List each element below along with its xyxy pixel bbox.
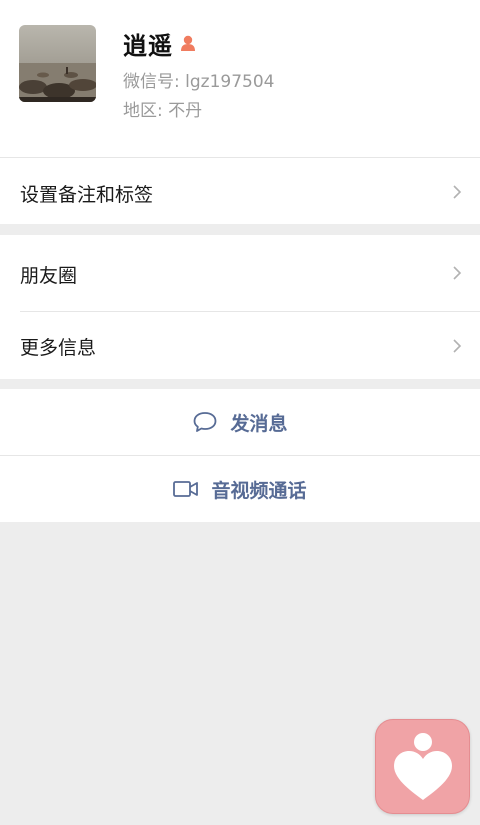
wechat-id: 微信号: lgz197504 — [123, 72, 275, 92]
more-info-cell[interactable]: 更多信息 — [0, 312, 480, 379]
chevron-right-icon — [453, 339, 462, 353]
name-row: 逍遥 — [123, 26, 197, 60]
avatar[interactable] — [19, 25, 96, 102]
region: 地区: 不丹 — [123, 101, 203, 121]
set-remark-and-tags-cell[interactable]: 设置备注和标签 — [0, 157, 480, 224]
video-call-label: 音视频通话 — [211, 479, 307, 502]
more-info-label: 更多信息 — [20, 337, 97, 359]
moments-label: 朋友圈 — [20, 265, 78, 287]
chat-bubble-icon — [192, 410, 218, 434]
chevron-right-icon — [453, 185, 462, 199]
set-remark-label: 设置备注和标签 — [20, 184, 154, 206]
chevron-right-icon — [453, 266, 462, 280]
moments-cell[interactable]: 朋友圈 — [0, 235, 480, 312]
profile-header: 逍遥 微信号: lgz197504 地区: 不丹 — [0, 0, 480, 157]
send-message-button[interactable]: 发消息 — [0, 389, 480, 455]
video-call-button[interactable]: 音视频通话 — [0, 456, 480, 522]
send-message-label: 发消息 — [230, 412, 288, 435]
contact-name: 逍遥 — [123, 31, 173, 60]
contact-profile-screen: 逍遥 微信号: lgz197504 地区: 不丹 设置备注和标签 朋友圈 更多信… — [0, 0, 480, 825]
heart-person-icon — [394, 733, 452, 800]
gender-female-icon — [179, 34, 197, 52]
video-camera-icon — [173, 480, 199, 498]
floating-heart-button[interactable] — [375, 719, 470, 814]
